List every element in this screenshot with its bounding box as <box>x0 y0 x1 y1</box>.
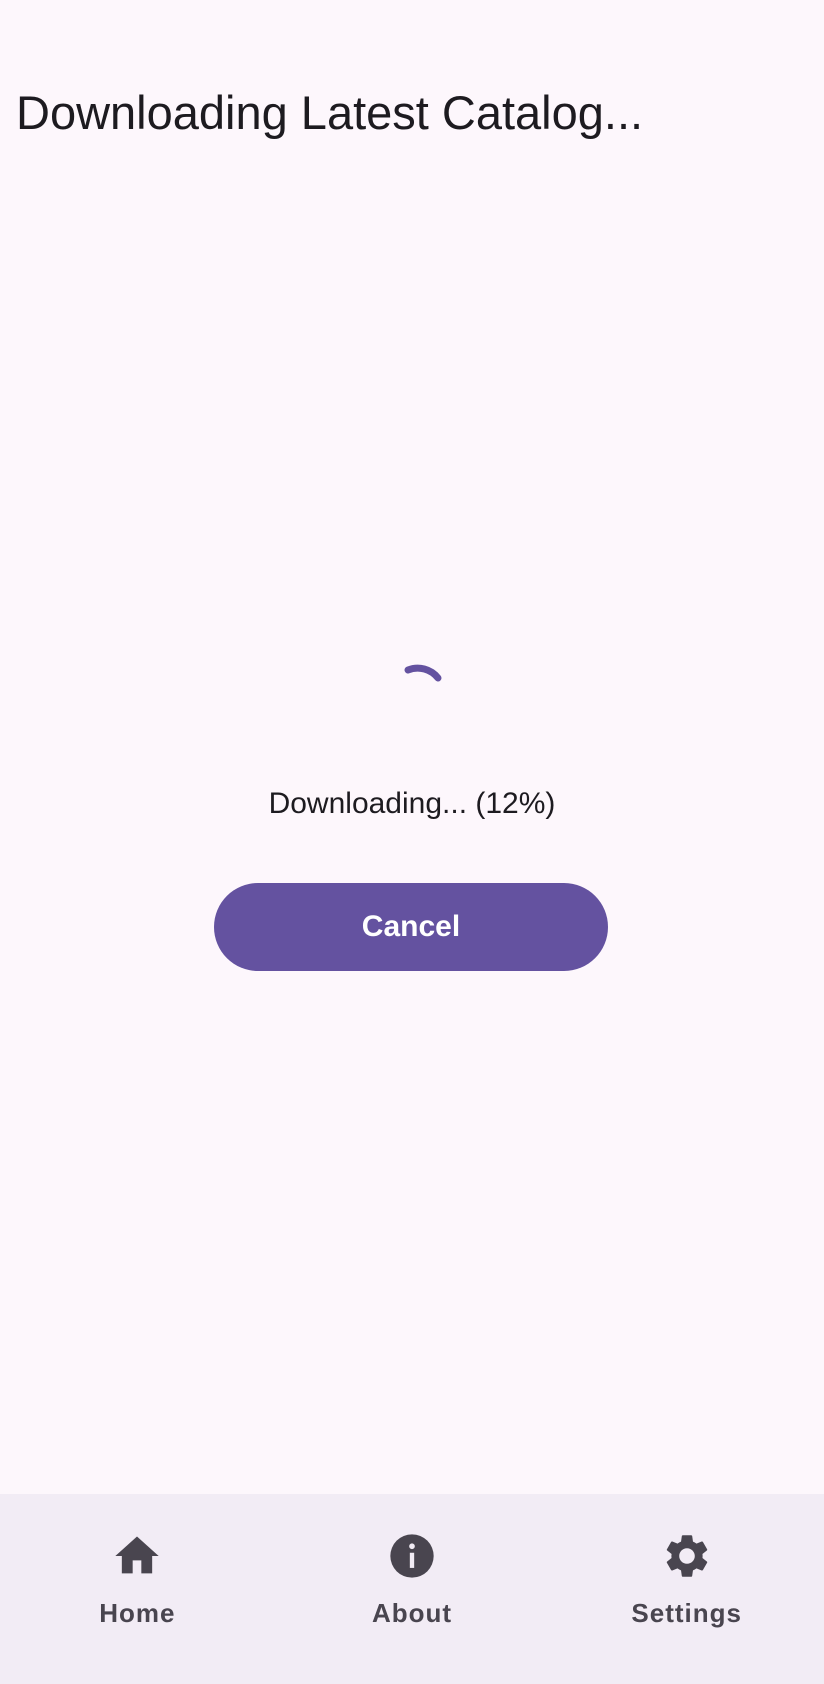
bottom-navigation-bar: Home About Settings <box>0 1494 824 1684</box>
nav-label-about: About <box>371 1598 453 1628</box>
screen: Downloading Latest Catalog... Downloadin… <box>0 0 824 1684</box>
nav-item-home[interactable]: Home <box>0 1494 275 1684</box>
gear-icon <box>666 1535 707 1577</box>
info-icon <box>390 1534 434 1578</box>
nav-item-about[interactable]: About <box>275 1494 550 1684</box>
loading-spinner-icon <box>404 664 442 682</box>
cancel-button[interactable]: Cancel <box>214 883 608 971</box>
nav-label-home: Home <box>99 1598 176 1628</box>
home-icon <box>115 1536 159 1574</box>
nav-item-settings[interactable]: Settings <box>549 1494 824 1684</box>
page-title: Downloading Latest Catalog... <box>16 86 644 139</box>
nav-label-settings: Settings <box>631 1598 742 1628</box>
download-status-text: Downloading... (12%) <box>268 787 556 820</box>
